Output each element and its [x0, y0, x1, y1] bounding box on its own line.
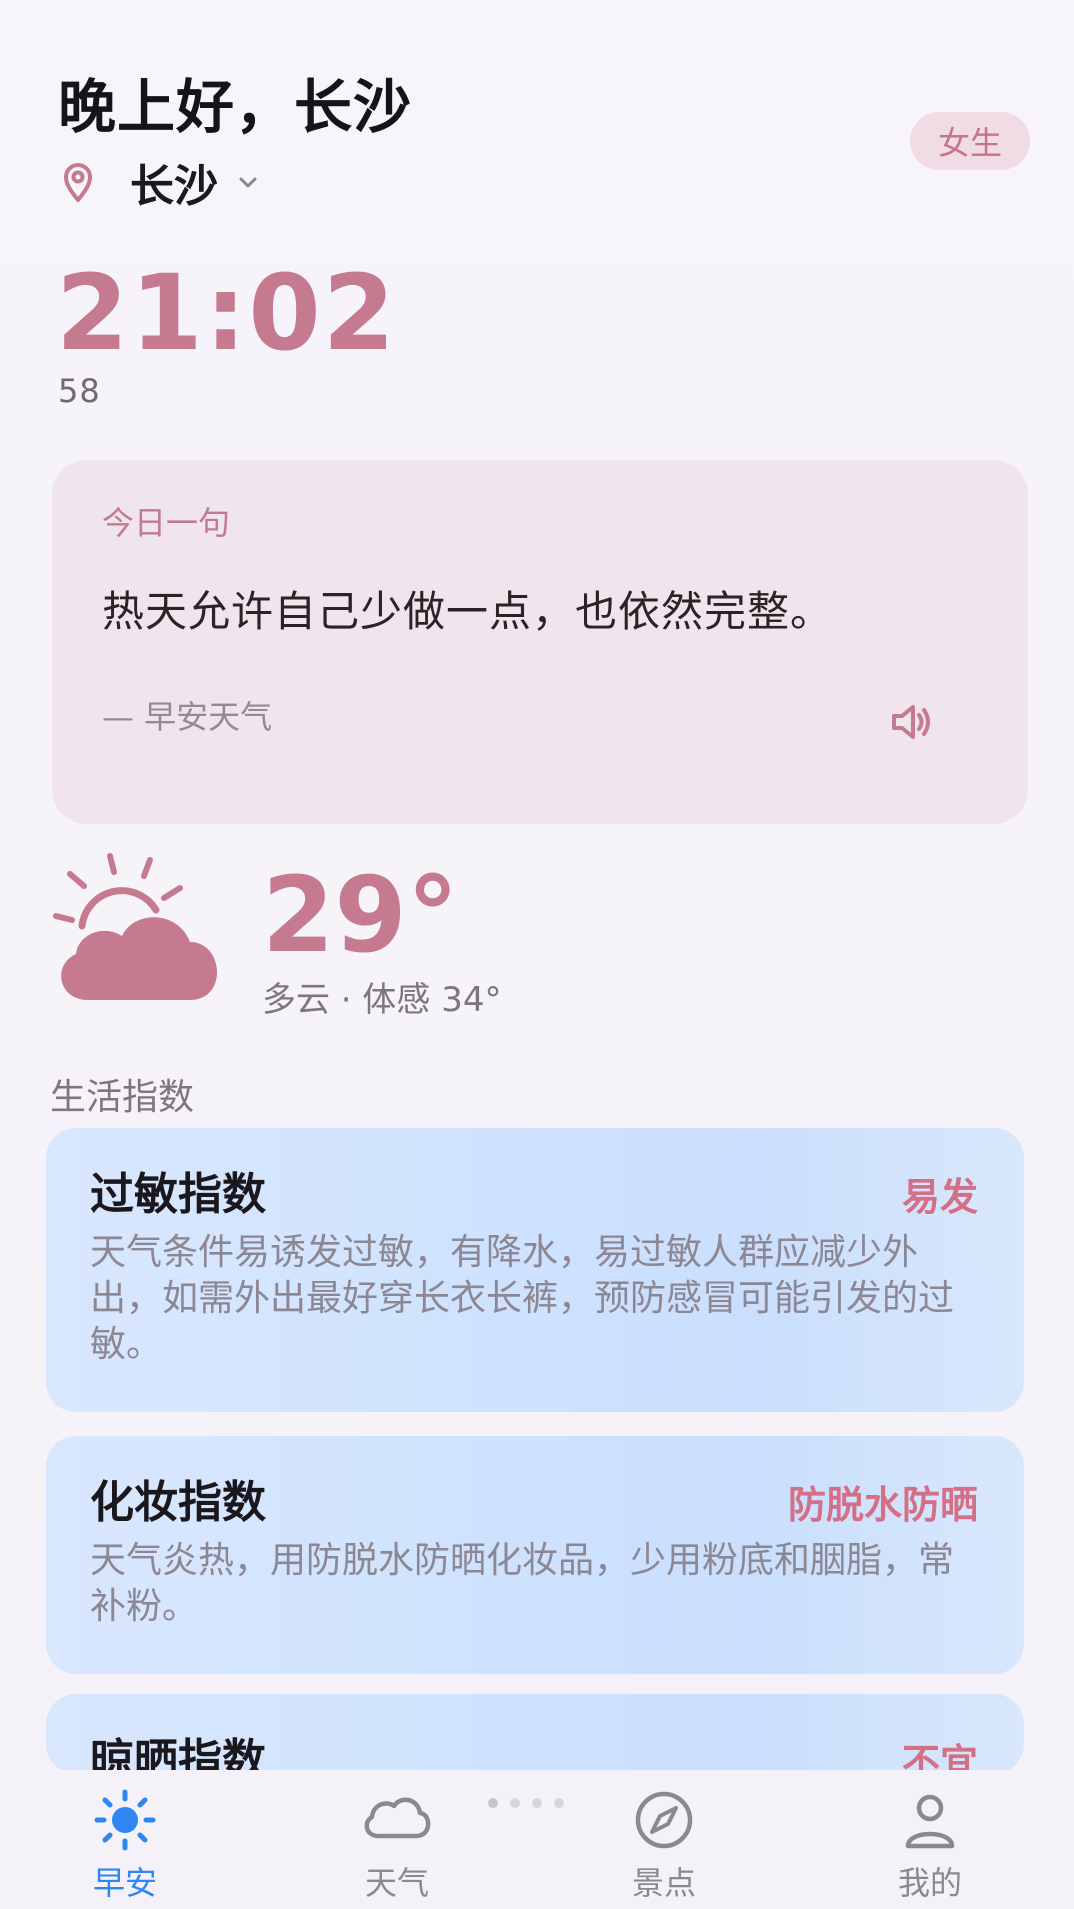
daily-quote-card: 今日一句 热天允许自己少做一点，也依然完整。 — 早安天气: [52, 460, 1028, 824]
allergy-index-card[interactable]: 过敏指数 易发 天气条件易诱发过敏，有降水，易过敏人群应减少外出，如需外出最好穿…: [46, 1128, 1024, 1412]
nav-label: 景点: [631, 1864, 696, 1902]
sun-icon: [94, 1789, 156, 1851]
location-name: 长沙: [130, 161, 218, 212]
temperature: 29°: [262, 854, 459, 976]
location-pin-icon: [64, 163, 92, 202]
chevron-down-icon: [239, 177, 257, 188]
nav-item-profile[interactable]: 我的: [860, 1770, 1000, 1909]
nav-item-scenic[interactable]: 景点: [594, 1770, 734, 1909]
page-dot: [532, 1798, 542, 1808]
bottom-navigation: 早安 天气 景点 我的: [0, 1770, 1074, 1909]
page-dot: [510, 1798, 520, 1808]
index-title: 化妆指数: [90, 1477, 266, 1528]
gender-badge[interactable]: 女生: [910, 112, 1030, 170]
current-time: 21:02: [56, 252, 398, 374]
greeting-title: 晚上好，长沙: [58, 73, 413, 141]
quote-label: 今日一句: [102, 504, 231, 542]
quote-text: 热天允许自己少做一点，也依然完整。: [102, 587, 834, 636]
page-indicator: [488, 1798, 564, 1808]
index-description: 天气条件易诱发过敏，有降水，易过敏人群应减少外出，如需外出最好穿长衣长裤，预防感…: [90, 1232, 955, 1365]
page-dot: [554, 1798, 564, 1808]
partly-cloudy-sun-icon: [53, 853, 218, 1000]
index-title: 过敏指数: [90, 1169, 266, 1220]
page-dot: [488, 1798, 498, 1808]
cloud-icon: [364, 1797, 431, 1839]
index-level: 防脱水防晒: [787, 1483, 978, 1527]
current-seconds: 58: [58, 372, 101, 410]
nav-item-morning[interactable]: 早安: [55, 1770, 195, 1909]
phone-screen: 晚上好，长沙 女生 长沙 21:02 58 今日一句 热天允许自己少做一点，也依…: [0, 0, 1074, 1909]
compass-icon: [635, 1791, 693, 1849]
nav-item-weather[interactable]: 天气: [327, 1770, 467, 1909]
index-title: 晾晒指数: [90, 1735, 266, 1774]
nav-label: 天气: [364, 1864, 429, 1902]
weather-condition: 多云 · 体感 34°: [262, 980, 502, 1020]
quote-source: — 早安天气: [102, 698, 273, 736]
location-selector[interactable]: 长沙: [60, 150, 262, 214]
index-description: 天气炎热，用防脱水防晒化妆品，少用粉底和胭脂，常补粉。: [90, 1540, 955, 1627]
makeup-index-card[interactable]: 化妆指数 防脱水防晒 天气炎热，用防脱水防晒化妆品，少用粉底和胭脂，常补粉。: [46, 1436, 1024, 1674]
index-level: 易发: [901, 1175, 978, 1219]
index-level: 不宜: [901, 1741, 978, 1774]
nav-label: 早安: [92, 1864, 157, 1902]
speaker-icon[interactable]: [886, 698, 934, 746]
drying-index-card[interactable]: 晾晒指数 不宜: [46, 1694, 1024, 1774]
nav-label: 我的: [897, 1864, 962, 1902]
profile-icon: [905, 1794, 955, 1849]
life-index-title: 生活指数: [50, 1077, 195, 1118]
